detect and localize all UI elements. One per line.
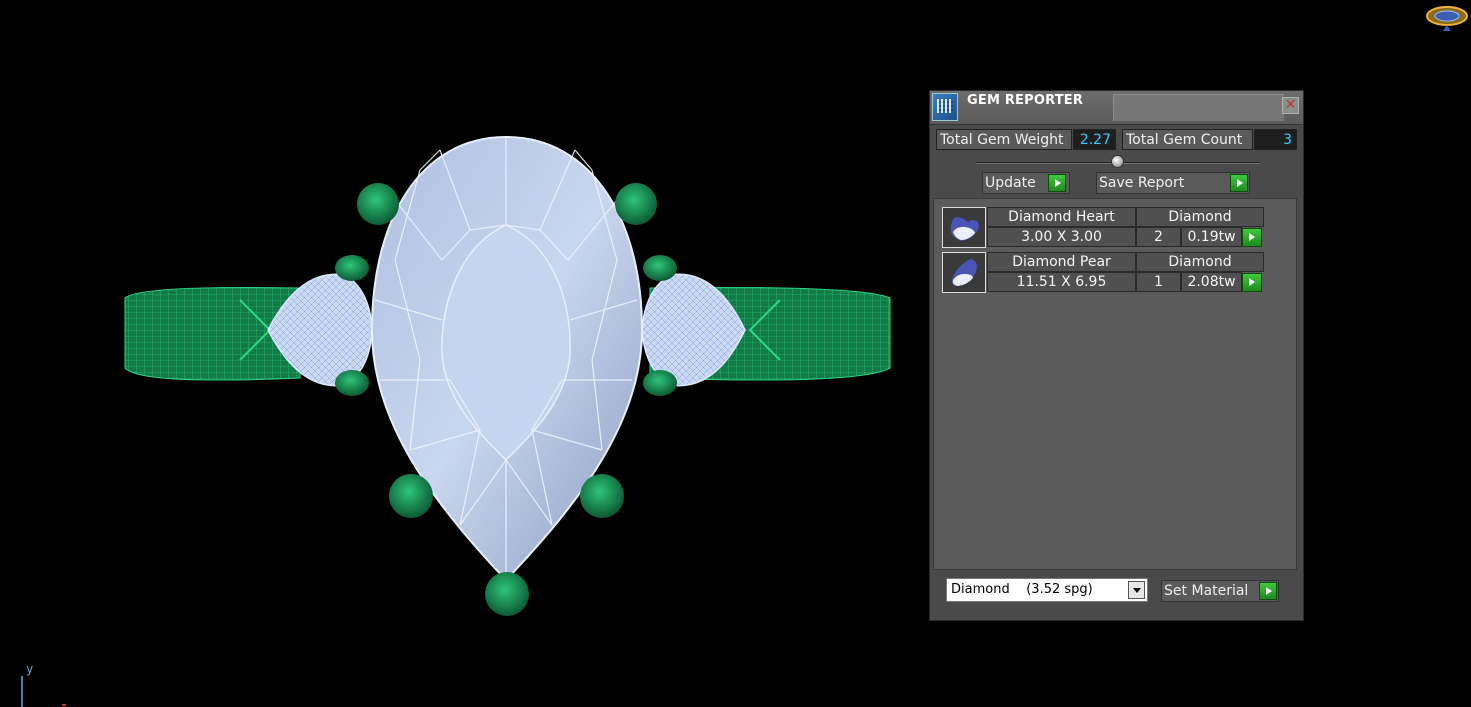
- axis-lines: [21, 676, 66, 707]
- titlebar-tab: [1113, 94, 1284, 121]
- panel-title: GEM REPORTER: [967, 93, 1084, 108]
- gem-material: Diamond: [1136, 252, 1264, 272]
- view-navigation-gizmo-icon[interactable]: [1424, 2, 1470, 32]
- gem-list: Diamond Heart Diamond 3.00 X 3.00 2 0.19…: [933, 198, 1297, 570]
- axis-indicator: y: [18, 662, 78, 707]
- save-report-button[interactable]: Save Report: [1096, 172, 1250, 194]
- heart-gem-icon: [942, 207, 986, 248]
- save-report-play-icon: [1230, 174, 1248, 192]
- chevron-down-icon[interactable]: [1128, 581, 1145, 599]
- gem-quantity: 2: [1136, 227, 1181, 247]
- gem-reporter-panel: GEM REPORTER ✕ Total Gem Weight 2.27 Tot…: [929, 90, 1304, 621]
- gem-row-play-icon[interactable]: [1242, 273, 1262, 292]
- pear-gem-icon: [942, 252, 986, 293]
- update-button[interactable]: Update: [982, 172, 1070, 194]
- slider-thumb[interactable]: [1111, 155, 1124, 168]
- gem-quantity: 1: [1136, 272, 1181, 292]
- total-gem-weight-label: Total Gem Weight: [936, 129, 1072, 150]
- gem-row-pear[interactable]: Diamond Pear Diamond 11.51 X 6.95 1 2.08…: [942, 252, 1266, 294]
- close-button[interactable]: ✕: [1282, 97, 1299, 114]
- gem-reporter-app-icon: [932, 93, 958, 121]
- set-material-play-icon: [1259, 582, 1277, 600]
- update-play-icon: [1048, 174, 1066, 192]
- gem-size: 3.00 X 3.00: [987, 227, 1136, 247]
- gem-row-heart[interactable]: Diamond Heart Diamond 3.00 X 3.00 2 0.19…: [942, 207, 1266, 249]
- total-gem-count-value: 3: [1254, 129, 1297, 150]
- material-select-value: Diamond (3.52 spg): [951, 582, 1093, 597]
- gem-weight: 2.08tw: [1181, 272, 1242, 292]
- set-material-button-label: Set Material: [1164, 583, 1249, 599]
- gem-name: Diamond Pear: [987, 252, 1136, 272]
- total-gem-count-label: Total Gem Count: [1122, 129, 1253, 150]
- update-button-label: Update: [985, 175, 1036, 191]
- total-gem-weight-value: 2.27: [1073, 129, 1116, 150]
- gem-name: Diamond Heart: [987, 207, 1136, 227]
- save-report-button-label: Save Report: [1099, 175, 1185, 191]
- set-material-button[interactable]: Set Material: [1161, 580, 1279, 602]
- material-select[interactable]: Diamond (3.52 spg): [946, 578, 1148, 602]
- panel-titlebar[interactable]: GEM REPORTER ✕: [930, 91, 1303, 125]
- gem-weight: 0.19tw: [1181, 227, 1242, 247]
- gem-material: Diamond: [1136, 207, 1264, 227]
- gem-row-play-icon[interactable]: [1242, 228, 1262, 247]
- gem-size: 11.51 X 6.95: [987, 272, 1136, 292]
